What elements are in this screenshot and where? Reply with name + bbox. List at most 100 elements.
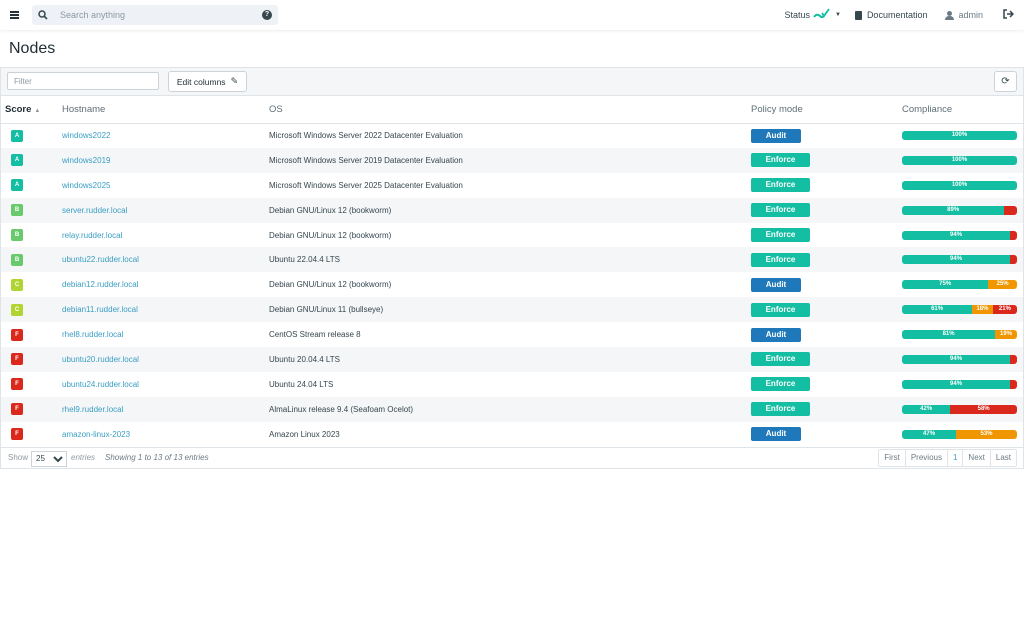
column-header-compliance[interactable]: Compliance xyxy=(902,96,1023,124)
pager-last[interactable]: Last xyxy=(989,449,1016,466)
refresh-button[interactable]: ⟳ xyxy=(994,71,1017,92)
filter-input[interactable] xyxy=(7,72,159,90)
policy-mode-cell: Audit xyxy=(751,422,902,447)
compliance-cell: 89% xyxy=(902,197,1023,223)
table-row[interactable]: Frhel9.rudder.local AlmaLinux release 9.4… xyxy=(1,396,1023,422)
compliance-bar[interactable]: 47% 53% xyxy=(902,429,1017,439)
hostname-link[interactable]: rhel9.rudder.local xyxy=(62,405,123,414)
compliance-segment: 58% xyxy=(950,404,1017,414)
score-badge: A xyxy=(11,179,23,192)
table-row[interactable]: Fubuntu20.rudder.local Ubuntu 20.04.4 LTS… xyxy=(1,347,1023,372)
hostname-link[interactable]: server.rudder.local xyxy=(62,206,127,215)
compliance-bar[interactable]: 81% 19% xyxy=(902,330,1017,340)
compliance-cell: 47% 53% xyxy=(902,422,1023,447)
hostname-link[interactable]: debian11.rudder.local xyxy=(62,305,138,314)
compliance-segment: 94% xyxy=(902,255,1011,265)
compliance-cell: 94% xyxy=(902,372,1023,397)
policy-mode-badge: Enforce xyxy=(751,402,810,417)
table-row[interactable]: Frhel8.rudder.local CentOS Stream release… xyxy=(1,322,1023,347)
column-header-hostname[interactable]: Hostname xyxy=(62,96,269,124)
compliance-bar[interactable]: 94% xyxy=(902,255,1017,265)
hostname-cell: windows2025 xyxy=(62,173,269,198)
table-row[interactable]: Awindows2025 Microsoft Windows Server 202… xyxy=(1,173,1023,198)
table-row[interactable]: Brelay.rudder.local Debian GNU/Linux 12 (… xyxy=(1,223,1023,248)
compliance-bar[interactable]: 100% xyxy=(902,131,1017,141)
hostname-link[interactable]: debian12.rudder.local xyxy=(62,280,139,289)
edit-columns-button[interactable]: Edit columns ✎ xyxy=(168,71,247,92)
table-row[interactable]: Awindows2019 Microsoft Windows Server 201… xyxy=(1,147,1023,173)
edit-columns-label: Edit columns xyxy=(176,76,226,87)
policy-mode-cell: Enforce xyxy=(751,347,902,372)
score-cell: F xyxy=(1,347,62,372)
page-size-select[interactable]: 25 xyxy=(31,450,67,467)
table-row[interactable]: Famazon-linux-2023 Amazon Linux 2023 Audit… xyxy=(1,422,1023,447)
score-badge: C xyxy=(11,303,23,316)
score-badge: F xyxy=(11,403,23,416)
compliance-bar[interactable]: 100% xyxy=(902,155,1017,165)
table-row[interactable]: Bserver.rudder.local Debian GNU/Linux 12 … xyxy=(1,197,1023,223)
policy-mode-badge: Enforce xyxy=(751,203,810,218)
status-label: Status xyxy=(784,10,810,20)
user-menu[interactable]: admin xyxy=(945,10,983,20)
score-badge: B xyxy=(11,253,23,266)
hostname-cell: windows2022 xyxy=(62,123,269,148)
compliance-segment: 100% xyxy=(902,155,1017,165)
os-cell: Debian GNU/Linux 11 (bullseye) xyxy=(269,297,751,323)
user-icon xyxy=(945,10,955,20)
compliance-bar[interactable]: 42% 58% xyxy=(902,404,1017,414)
hostname-cell: rhel8.rudder.local xyxy=(62,322,269,347)
os-cell: Debian GNU/Linux 12 (bookworm) xyxy=(269,280,392,290)
score-cell: C xyxy=(1,272,62,297)
policy-mode-badge: Audit xyxy=(751,277,801,292)
documentation-link[interactable]: Documentation xyxy=(854,10,927,20)
pagination: First Previous 1 Next Last xyxy=(878,448,1017,467)
policy-mode-badge: Enforce xyxy=(751,302,810,317)
table-row[interactable]: Cdebian11.rudder.local Debian GNU/Linux 1… xyxy=(1,297,1023,323)
compliance-bar[interactable]: 94% xyxy=(902,230,1017,240)
status-menu[interactable]: Status ▼ xyxy=(784,8,841,22)
column-header-score[interactable]: Score ▲ xyxy=(1,96,62,124)
compliance-bar[interactable]: 75% 25% xyxy=(902,280,1017,290)
hostname-link[interactable]: rhel8.rudder.local xyxy=(62,330,123,339)
compliance-bar[interactable]: 61% 18% 21% xyxy=(902,305,1017,315)
policy-mode-cell: Enforce xyxy=(751,247,902,273)
pager-previous[interactable]: Previous xyxy=(904,449,947,466)
policy-mode-badge: Enforce xyxy=(751,153,810,168)
policy-mode-badge: Enforce xyxy=(751,377,810,392)
hostname-link[interactable]: windows2025 xyxy=(62,181,110,190)
os-cell: Debian GNU/Linux 12 (bookworm) xyxy=(269,197,751,223)
menu-icon[interactable] xyxy=(0,0,28,30)
logout-icon[interactable] xyxy=(1003,8,1015,22)
table-row[interactable]: Cdebian12.rudder.local Debian GNU/Linux 1… xyxy=(1,272,1023,297)
hostname-link[interactable]: amazon-linux-2023 xyxy=(62,430,130,439)
hostname-link[interactable]: ubuntu24.rudder.local xyxy=(62,380,139,389)
compliance-segment: 18% xyxy=(972,305,993,315)
compliance-bar[interactable]: 89% xyxy=(902,205,1017,215)
score-cell: A xyxy=(1,147,62,173)
pager-next[interactable]: Next xyxy=(962,449,990,466)
compliance-bar[interactable]: 94% xyxy=(902,354,1017,364)
column-header-policy-mode[interactable]: Policy mode xyxy=(751,96,902,124)
hostname-cell: relay.rudder.local xyxy=(62,223,269,248)
compliance-bar[interactable]: 94% xyxy=(902,379,1017,389)
pager-page-1[interactable]: 1 xyxy=(946,449,963,466)
hostname-link[interactable]: windows2019 xyxy=(62,156,110,165)
table-info: Showing 1 to 13 of 13 entries xyxy=(105,452,209,462)
hostname-link[interactable]: ubuntu22.rudder.local xyxy=(62,255,139,264)
compliance-bar[interactable]: 100% xyxy=(902,180,1017,190)
policy-mode-badge: Enforce xyxy=(751,252,810,267)
hostname-link[interactable]: windows2022 xyxy=(62,131,110,140)
compliance-segment: 100% xyxy=(902,131,1017,141)
help-icon[interactable]: ? xyxy=(262,10,272,20)
table-row[interactable]: Fubuntu24.rudder.local Ubuntu 24.04 LTS En… xyxy=(1,372,1023,397)
hostname-link[interactable]: ubuntu20.rudder.local xyxy=(62,355,139,364)
hostname-cell: ubuntu24.rudder.local xyxy=(62,372,269,397)
column-header-os[interactable]: OS xyxy=(269,96,751,124)
table-row[interactable]: Awindows2022 Microsoft Windows Server 202… xyxy=(1,123,1023,148)
hostname-link[interactable]: relay.rudder.local xyxy=(62,231,122,240)
pager-first[interactable]: First xyxy=(879,449,905,466)
compliance-segment: 94% xyxy=(902,230,1011,240)
table-row[interactable]: Bubuntu22.rudder.local Ubuntu 22.04.4 LTS… xyxy=(1,247,1023,273)
score-badge: B xyxy=(11,204,23,217)
search-input[interactable] xyxy=(60,10,250,20)
